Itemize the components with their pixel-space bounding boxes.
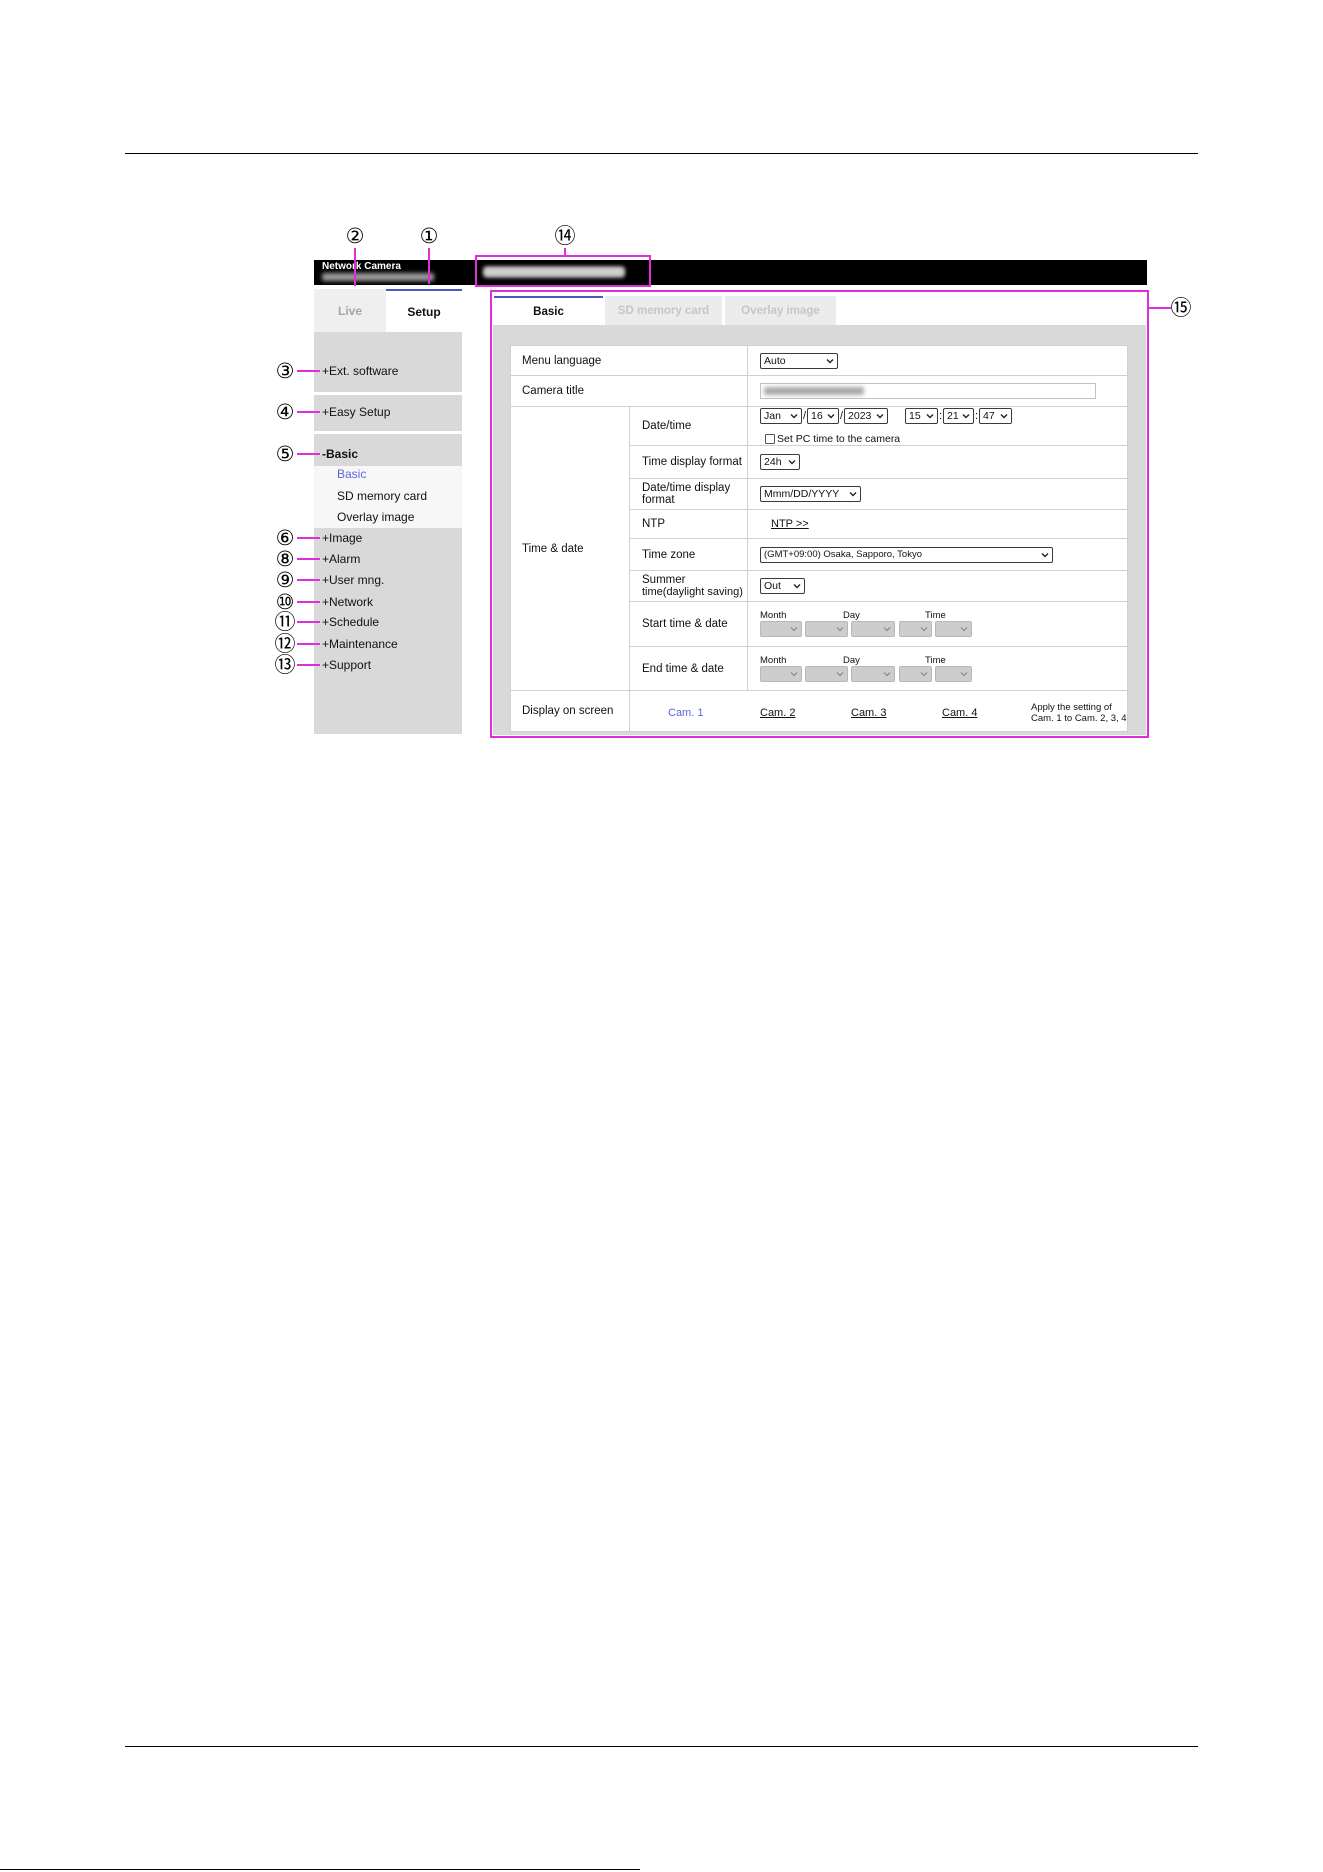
sidebar-item-image[interactable]: +Image [322, 529, 362, 547]
callout-3: ③ [275, 359, 295, 383]
callout-13-line [297, 664, 320, 666]
callout-13: ⑬ [274, 653, 296, 677]
callout-14-line [564, 248, 566, 256]
callout-15-line [1149, 307, 1171, 309]
camera-header-bar: Network Camera [314, 260, 1147, 285]
sidebar-item-network[interactable]: +Network [322, 593, 373, 611]
setup-sidebar: Live Setup +Ext. software +Easy Setup -B… [314, 289, 462, 734]
tab-live-label: Live [337, 303, 362, 318]
callout-3-line [297, 370, 320, 372]
callout-2: ② [345, 224, 365, 248]
sidebar-item-basic[interactable]: -Basic [322, 445, 358, 463]
product-label: Network Camera [322, 261, 401, 272]
callout-14: ⑭ [554, 224, 576, 248]
callout-15: ⑮ [1170, 296, 1192, 320]
callout-11-line [297, 621, 320, 623]
sidebar-item-schedule[interactable]: +Schedule [322, 613, 379, 631]
callout-2-line [354, 248, 356, 286]
sidebar-item-support[interactable]: +Support [322, 656, 371, 674]
nav-divider [314, 392, 462, 395]
tab-setup-label: Setup [407, 304, 441, 319]
callout-1-line [428, 248, 430, 284]
sidebar-item-easy-setup[interactable]: +Easy Setup [322, 403, 390, 421]
top-rule [125, 153, 1198, 154]
bottom-rule [125, 1746, 1198, 1747]
sidebar-subitem-basic[interactable]: Basic [337, 465, 366, 483]
sidebar-subitem-sd-memory-card[interactable]: SD memory card [337, 487, 427, 505]
callout-4: ④ [275, 400, 295, 424]
callout-box-15 [490, 290, 1149, 738]
callout-5-line [297, 453, 320, 455]
sidebar-item-user-mng[interactable]: +User mng. [322, 571, 384, 589]
sidebar-item-ext-software[interactable]: +Ext. software [322, 362, 398, 380]
callout-4-line [297, 411, 320, 413]
callout-9-line [297, 579, 320, 581]
callout-10-line [297, 601, 320, 603]
sidebar-subitem-overlay-image[interactable]: Overlay image [337, 508, 414, 526]
callout-5: ⑤ [275, 442, 295, 466]
blurred-model-name [322, 273, 434, 281]
nav-divider [314, 431, 462, 434]
tab-live[interactable]: Live [314, 289, 386, 332]
callout-12-line [297, 643, 320, 645]
sidebar-item-alarm[interactable]: +Alarm [322, 550, 360, 568]
tab-setup[interactable]: Setup [386, 289, 462, 332]
callout-6-line [297, 537, 320, 539]
callout-8-line [297, 558, 320, 560]
footnote-rule [0, 1869, 640, 1870]
callout-box-14 [475, 255, 651, 287]
sidebar-item-maintenance[interactable]: +Maintenance [322, 635, 398, 653]
callout-1: ① [419, 224, 439, 248]
